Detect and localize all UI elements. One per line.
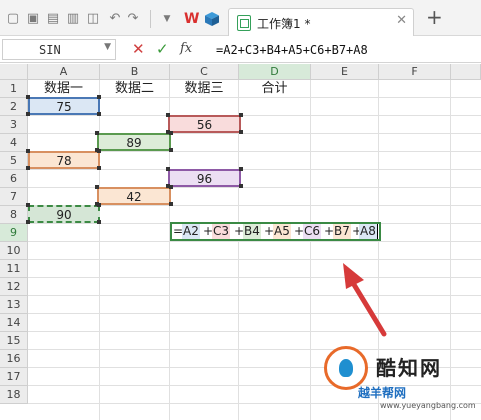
watermark-sub: 越羊帮网 xyxy=(358,386,407,400)
watermark-drop-icon xyxy=(339,359,353,377)
watermark-brand: 酷知网 xyxy=(376,356,442,380)
watermark-url: www.yueyangbang.com xyxy=(380,401,476,410)
watermark: 酷知网 越羊帮网 www.yueyangbang.com xyxy=(318,338,476,416)
